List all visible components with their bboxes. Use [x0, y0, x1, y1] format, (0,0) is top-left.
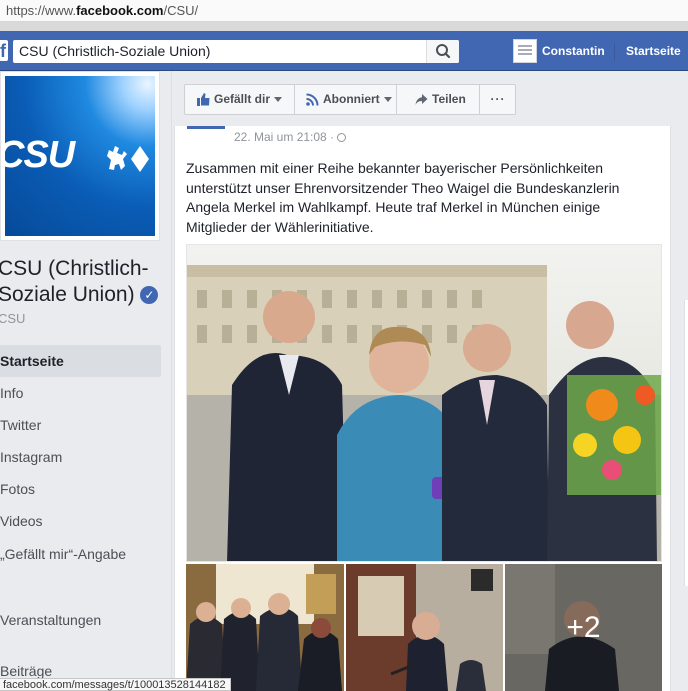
profile-picture[interactable]: CSU [0, 71, 160, 241]
speaker-photo [346, 564, 503, 691]
csu-logo-text: CSU [5, 134, 75, 176]
nav-item-videos[interactable]: Videos [0, 505, 161, 537]
url-text: https://www.facebook.com/CSU/ [6, 3, 199, 18]
post-main-photo[interactable] [186, 244, 662, 562]
flower-bouquet [567, 375, 661, 495]
follow-label: Abonniert [323, 92, 380, 106]
nav-item-twitter[interactable]: Twitter [0, 409, 161, 441]
post-text: Zusammen mit einer Reihe bekannter bayer… [186, 160, 620, 235]
csu-logo: CSU [5, 76, 155, 236]
globe-icon [337, 133, 347, 142]
page-nav: Startseite Info Twitter Instagram Fotos … [0, 345, 161, 687]
group-indoor-photo [186, 564, 344, 691]
search-button[interactable] [426, 40, 459, 63]
post-thumbnail-2[interactable] [346, 564, 503, 691]
post-header-accent [187, 126, 225, 129]
left-sidebar: CSU CSU (Christlich-Soziale Union) ✓ CSU… [0, 71, 172, 691]
nav-item-instagram[interactable]: Instagram [0, 441, 161, 473]
nav-item-likes[interactable]: „Gefällt mir“-Angabe [0, 537, 161, 605]
like-button[interactable]: Gefällt dir [185, 85, 295, 114]
lion-icon [107, 146, 127, 170]
nav-item-events[interactable]: Veranstaltungen [0, 605, 161, 655]
post-thumbnail-1[interactable] [186, 564, 344, 691]
facebook-logo-icon[interactable]: f [0, 40, 8, 61]
search-input[interactable] [19, 43, 409, 59]
thumbs-up-icon [197, 93, 210, 107]
user-avatar[interactable] [513, 39, 537, 63]
home-link[interactable]: Startseite [626, 44, 681, 58]
profile-link[interactable]: Constantin [542, 44, 605, 58]
nav-item-info[interactable]: Info [0, 377, 161, 409]
browser-url-bar[interactable]: https://www.facebook.com/CSU/ [0, 0, 688, 22]
search-box [13, 40, 459, 63]
facebook-top-bar: f Constantin Startseite [0, 31, 688, 71]
follow-button[interactable]: Abonniert [295, 85, 397, 114]
post-timestamp[interactable]: 22. Mai um 21:08 · [234, 130, 347, 144]
chevron-down-icon [383, 97, 392, 103]
post-card: 22. Mai um 21:08 · Zusammen mit einer Re… [174, 126, 671, 691]
merkel-group-photo [187, 245, 661, 561]
share-arrow-icon [415, 94, 428, 106]
verified-badge-icon: ✓ [140, 286, 159, 304]
browser-chrome-gap [0, 22, 688, 31]
page-action-bar: Gefällt dir Abonniert Teilen ··· [184, 84, 516, 115]
page-handle: CSU [0, 311, 26, 326]
post-thumbnail-3[interactable]: +2 [505, 564, 662, 691]
rss-icon [306, 93, 319, 107]
nav-item-photos[interactable]: Fotos [0, 473, 161, 505]
share-label: Teilen [432, 92, 466, 106]
nav-item-home[interactable]: Startseite [0, 345, 161, 377]
share-button[interactable]: Teilen [397, 85, 480, 114]
like-label: Gefällt dir [214, 92, 271, 106]
more-options-button[interactable]: ··· [480, 85, 516, 114]
page-title: CSU (Christlich-Soziale Union) ✓ [0, 256, 173, 308]
more-photos-overlay[interactable]: +2 [505, 564, 662, 691]
rhombus-icon [131, 146, 149, 172]
right-column-card [684, 300, 688, 586]
nav-divider [614, 43, 615, 61]
search-icon [436, 44, 451, 59]
chevron-down-icon [274, 97, 283, 103]
link-status-bar: facebook.com/messages/t/100013528144182 [0, 678, 231, 691]
